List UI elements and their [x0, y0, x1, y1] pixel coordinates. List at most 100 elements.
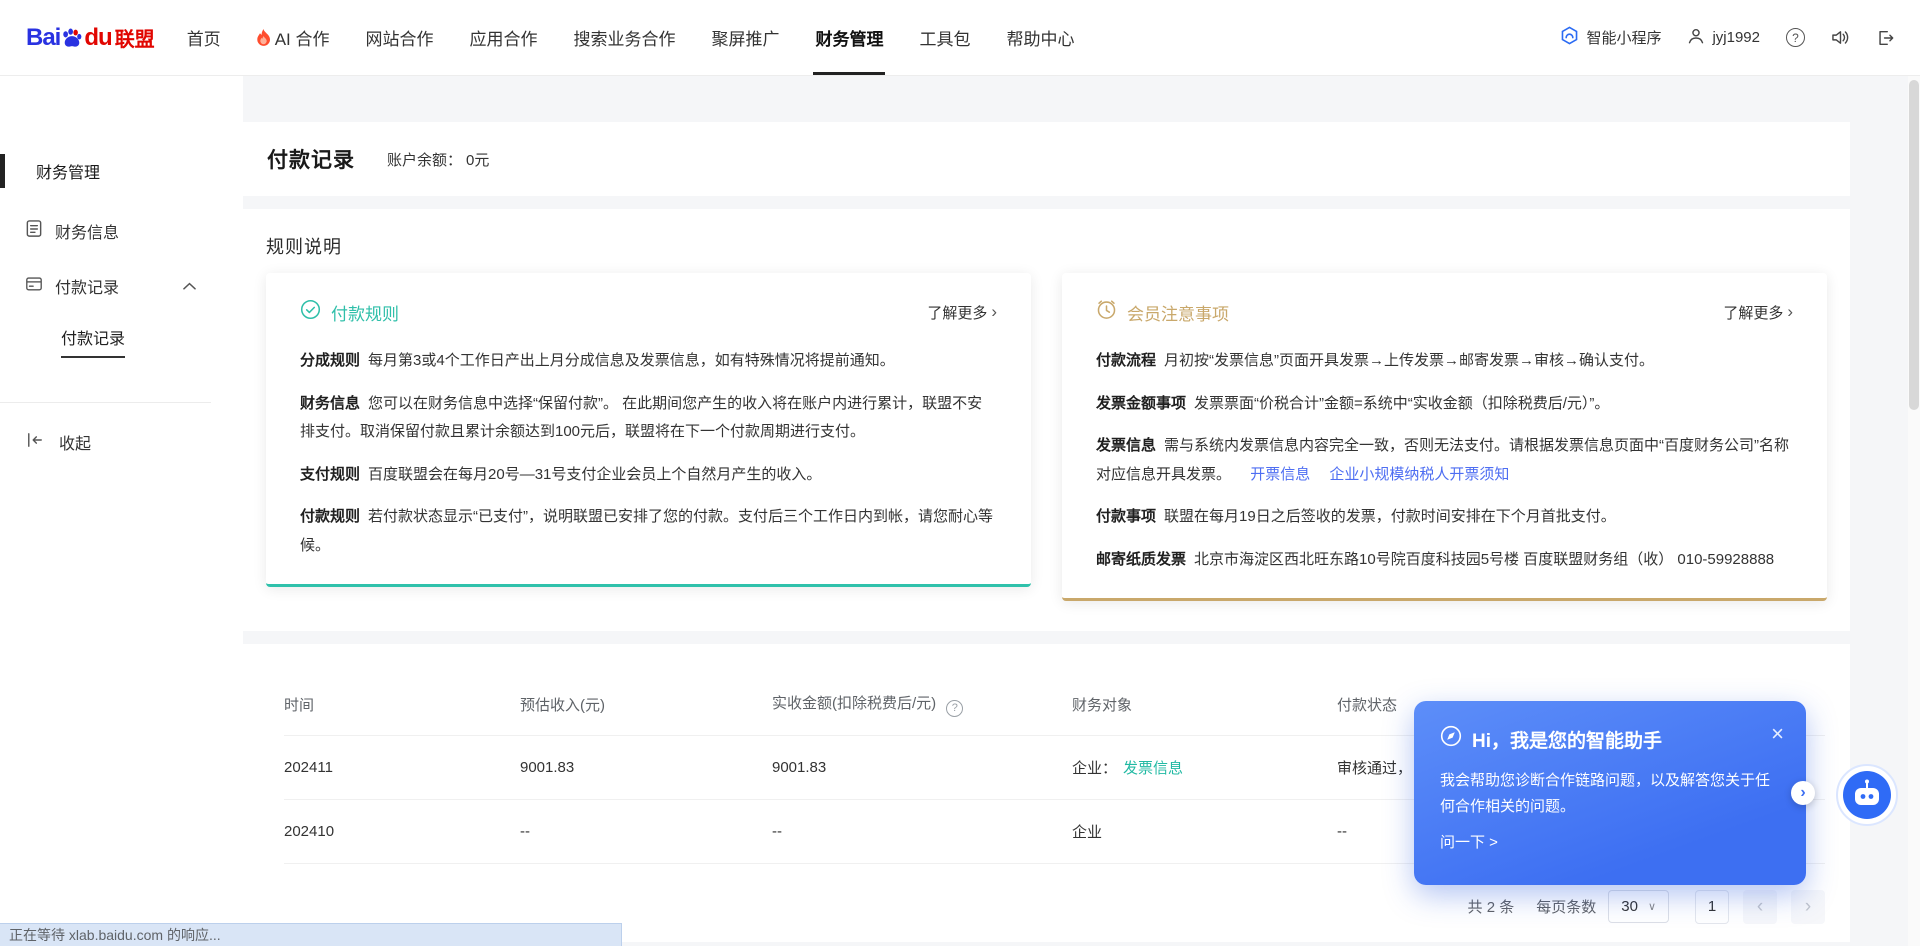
nav-label: 聚屏推广 — [711, 25, 779, 50]
sidebar-item-label: 财务信息 — [55, 219, 119, 243]
miniapp-icon — [1560, 26, 1579, 49]
logo-text-du: du — [84, 24, 111, 52]
scrollbar-track[interactable] — [1908, 76, 1920, 946]
rule-item: 发票信息需与系统内发票信息内容完全一致，否则无法支付。请根据发票信息页面中“百度… — [1096, 432, 1793, 489]
help-icon[interactable]: ? — [1786, 28, 1805, 47]
cell-estimated: 9001.83 — [520, 735, 772, 799]
ask-button[interactable]: 问一下 > — [1440, 831, 1780, 852]
cell-time: 202410 — [284, 799, 520, 863]
baidu-paw-icon — [61, 28, 83, 48]
card-header: 付款规则 了解更多 › — [300, 299, 997, 325]
col-time: 时间 — [284, 672, 520, 735]
chevron-right-icon: › — [1805, 896, 1811, 918]
collapse-assistant-handle[interactable]: › — [1791, 781, 1815, 805]
sidebar-subitem-payment-records[interactable]: 付款记录 — [61, 325, 125, 358]
nav-item-toolkit[interactable]: 工具包 — [901, 0, 988, 75]
logo-text-union: 联盟 — [115, 23, 155, 52]
invoice-info-link[interactable]: 开票信息 — [1250, 466, 1310, 483]
logout-icon[interactable] — [1876, 29, 1894, 47]
nav-item-website-cooperation[interactable]: 网站合作 — [347, 0, 451, 75]
nav-item-help-center[interactable]: 帮助中心 — [988, 0, 1092, 75]
document-icon — [25, 219, 43, 243]
chevron-left-icon: ‹ — [1757, 896, 1763, 918]
nav-label: 工具包 — [919, 25, 970, 50]
col-finance-entity: 财务对象 — [1072, 672, 1337, 735]
card-title: 付款规则 — [331, 300, 399, 325]
small-taxpayer-notice-link[interactable]: 企业小规模纳税人开票须知 — [1329, 466, 1509, 483]
chevron-up-icon[interactable] — [183, 282, 196, 290]
nav-item-home[interactable]: 首页 — [169, 0, 239, 75]
cell-time: 202411 — [284, 735, 520, 799]
per-page-label: 每页条数 — [1536, 896, 1596, 917]
username: jyj1992 — [1712, 29, 1760, 46]
collapse-sidebar-button[interactable]: 收起 — [26, 430, 243, 454]
card-header: 会员注意事项 了解更多 › — [1096, 299, 1793, 325]
user-account[interactable]: jyj1992 — [1687, 27, 1760, 49]
learn-more-link[interactable]: 了解更多 › — [1723, 302, 1793, 323]
page-title: 付款记录 — [267, 144, 355, 174]
per-page-select[interactable]: 30 ∨ — [1608, 890, 1669, 923]
member-notes-icon — [1096, 299, 1117, 325]
page-header: 付款记录 账户余额：0元 — [243, 122, 1850, 196]
card-title: 会员注意事项 — [1127, 300, 1229, 325]
sidebar-item-finance-info[interactable]: 财务信息 — [25, 219, 243, 243]
sidebar-divider — [0, 402, 211, 403]
nav-item-juping-promotion[interactable]: 聚屏推广 — [693, 0, 797, 75]
main-nav: 首页 AI 合作 网站合作 应用合作 搜索业务合作 聚屏推广 财务管理 工具包 … — [169, 0, 1093, 75]
cell-estimated: -- — [520, 799, 772, 863]
nav-item-ai-cooperation[interactable]: AI 合作 — [239, 0, 348, 75]
payment-rules-card: 付款规则 了解更多 › 分成规则每月第3或4个工作日产出上月分成信息及发票信息，… — [266, 273, 1031, 587]
balance-value: 0元 — [466, 152, 489, 169]
robot-avatar[interactable] — [1836, 764, 1898, 826]
smart-miniapp-entry[interactable]: 智能小程序 — [1560, 26, 1661, 49]
nav-label: 应用合作 — [469, 25, 537, 50]
cell-entity: 企业 — [1072, 799, 1337, 863]
close-icon[interactable]: × — [1771, 723, 1784, 745]
top-nav: Bai du 联盟 首页 AI 合作 网站合作 应用合作 搜索业务合作 聚屏推广… — [0, 0, 1920, 76]
learn-more-link[interactable]: 了解更多 › — [927, 302, 997, 323]
baidu-union-logo[interactable]: Bai du 联盟 — [26, 23, 155, 52]
announcement-icon[interactable] — [1831, 29, 1850, 46]
rule-cards: 付款规则 了解更多 › 分成规则每月第3或4个工作日产出上月分成信息及发票信息，… — [266, 273, 1827, 601]
sidebar-item-payment-records[interactable]: 付款记录 — [25, 274, 243, 298]
miniapp-label: 智能小程序 — [1586, 27, 1661, 48]
sidebar-section-finance-management[interactable]: 财务管理 — [0, 154, 243, 188]
col-actual-amount: 实收金额(扣除税费后/元) ? — [772, 672, 1072, 735]
rule-item: 支付规则百度联盟会在每月20号—31号支付企业会员上个自然月产生的收入。 — [300, 461, 997, 490]
help-tooltip-icon[interactable]: ? — [946, 700, 963, 717]
total-count: 共 2 条 — [1468, 896, 1515, 917]
nav-label: AI 合作 — [275, 25, 330, 50]
next-page-button[interactable]: › — [1791, 890, 1825, 924]
topnav-right: 智能小程序 jyj1992 ? — [1560, 26, 1894, 49]
rule-item: 付款事项联盟在每月19日之后签收的发票，付款时间安排在下个月首批支付。 — [1096, 503, 1793, 532]
payment-rules-icon — [300, 299, 321, 325]
browser-status-toast: 正在等待 xlab.baidu.com 的响应... — [0, 923, 622, 946]
assistant-popup: Hi，我是您的智能助手 × 我会帮助您诊断合作链路问题，以及解答您关于任何合作相… — [1414, 701, 1806, 885]
invoice-info-link[interactable]: 发票信息 — [1123, 760, 1183, 777]
user-icon — [1687, 27, 1705, 49]
cell-actual: -- — [772, 799, 1072, 863]
rule-item: 邮寄纸质发票北京市海淀区西北旺东路10号院百度科技园5号楼 百度联盟财务组（收）… — [1096, 546, 1793, 575]
card-body: 付款流程月初按“发票信息”页面开具发票→上传发票→邮寄发票→审核→确认支付。 发… — [1096, 347, 1793, 574]
card-body: 分成规则每月第3或4个工作日产出上月分成信息及发票信息，如有特殊情况将提前通知。… — [300, 347, 997, 560]
rules-section: 规则说明 付款规则 了解更多 › 分成规则每 — [243, 209, 1850, 631]
account-balance: 账户余额：0元 — [387, 149, 489, 170]
cell-entity: 企业：发票信息 — [1072, 735, 1337, 799]
flame-icon — [257, 29, 270, 46]
logo-text-bai: Bai — [26, 24, 60, 52]
status-text: 正在等待 xlab.baidu.com 的响应... — [9, 925, 221, 945]
wallet-icon — [25, 274, 43, 298]
nav-item-app-cooperation[interactable]: 应用合作 — [451, 0, 555, 75]
nav-item-finance-management[interactable]: 财务管理 — [797, 0, 901, 75]
rule-item: 付款流程月初按“发票信息”页面开具发票→上传发票→邮寄发票→审核→确认支付。 — [1096, 347, 1793, 376]
assistant-header: Hi，我是您的智能助手 — [1440, 725, 1780, 753]
active-section-indicator — [0, 154, 5, 188]
sidebar-section-label: 财务管理 — [36, 159, 100, 183]
rule-item: 付款规则若付款状态显示“已支付”，说明联盟已安排了您的付款。支付后三个工作日内到… — [300, 503, 997, 560]
caret-down-icon: ∨ — [1648, 900, 1656, 913]
page-number-button[interactable]: 1 — [1695, 890, 1729, 924]
nav-item-search-cooperation[interactable]: 搜索业务合作 — [555, 0, 693, 75]
prev-page-button[interactable]: ‹ — [1743, 890, 1777, 924]
col-estimated-income: 预估收入(元) — [520, 672, 772, 735]
scrollbar-thumb[interactable] — [1909, 80, 1919, 410]
